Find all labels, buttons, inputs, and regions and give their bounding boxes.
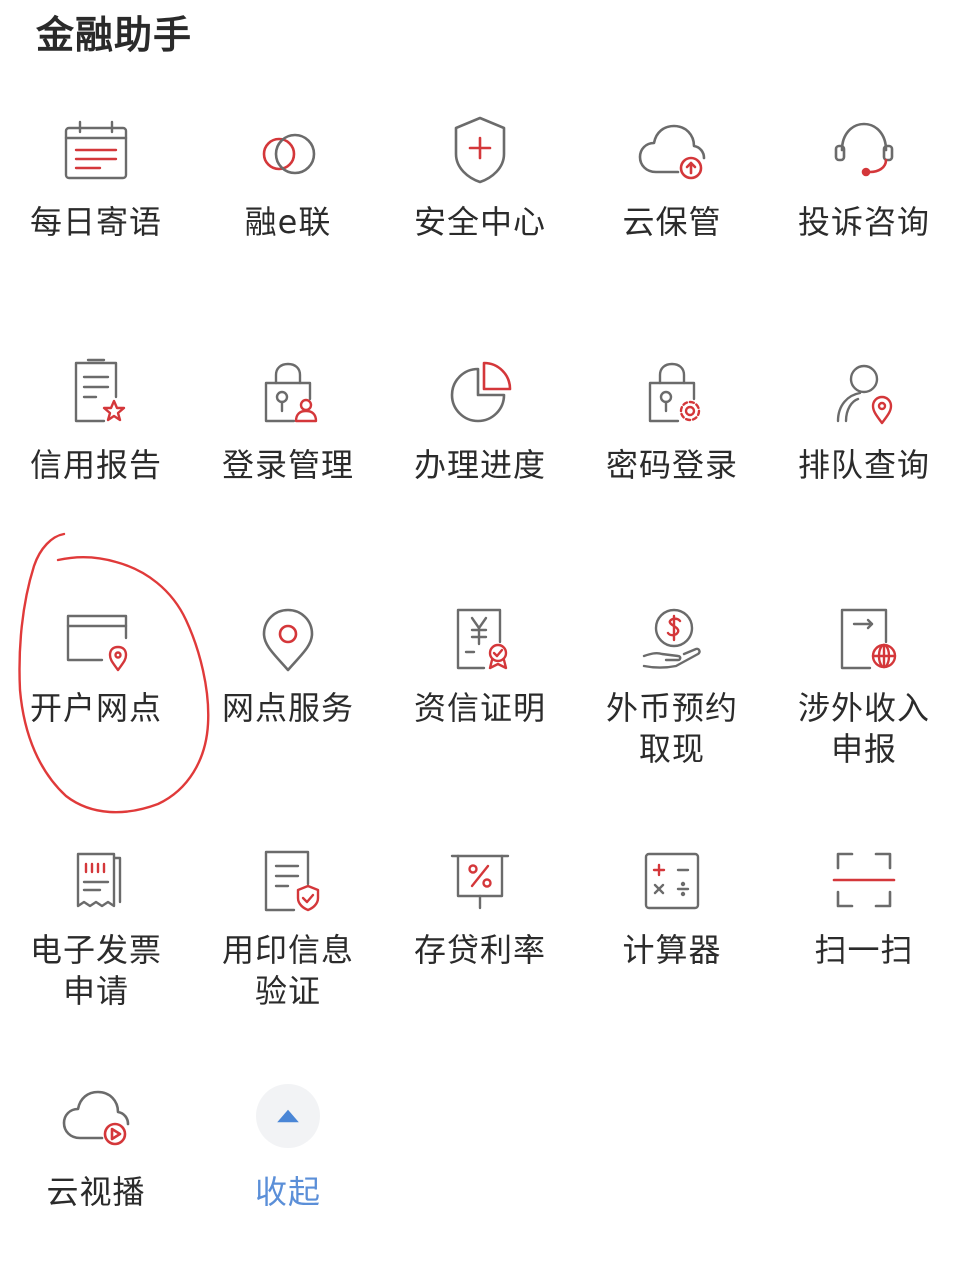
- collapse-arrow-icon: [256, 1084, 320, 1148]
- grid-item-scan[interactable]: 扫一扫: [768, 830, 960, 1030]
- grid-item-e-invoice[interactable]: 电子发票 申请: [0, 830, 192, 1030]
- grid-item-credit-certificate[interactable]: 资信证明: [384, 588, 576, 788]
- grid-item-foreign-income-declaration[interactable]: 涉外收入 申报: [768, 588, 960, 788]
- grid-item-progress[interactable]: 办理进度: [384, 343, 576, 503]
- person-location-icon: [824, 353, 904, 433]
- grid-item-account-branch[interactable]: 开户网点: [0, 588, 192, 788]
- pie-progress-icon: [440, 353, 520, 433]
- service-grid: 每日寄语 融e联 安全中心 云保管 投诉咨询 信用报告 登录管理 办理进度 密码…: [0, 0, 961, 1280]
- report-star-icon: [56, 353, 136, 433]
- location-pin-icon: [248, 598, 328, 678]
- yen-certificate-icon: [440, 598, 520, 678]
- grid-item-label: 排队查询: [797, 446, 930, 484]
- grid-item-label: 信用报告: [29, 446, 162, 484]
- grid-item-label: 开户网点: [29, 689, 162, 727]
- grid-item-queue-query[interactable]: 排队查询: [768, 343, 960, 503]
- headset-icon: [824, 110, 904, 190]
- calendar-icon: [56, 110, 136, 190]
- card-location-icon: [56, 598, 136, 678]
- grid-item-label: 扫一扫: [814, 931, 914, 969]
- grid-item-cloud-broadcast[interactable]: 云视播: [0, 1076, 192, 1236]
- scan-icon: [824, 840, 904, 920]
- grid-item-label: 投诉咨询: [797, 203, 930, 241]
- grid-item-label: 办理进度: [413, 446, 546, 484]
- grid-item-foreign-currency-withdrawal[interactable]: 外币预约 取现: [576, 588, 768, 788]
- chat-link-icon: [248, 110, 328, 190]
- grid-item-label: 云视播: [46, 1173, 146, 1211]
- grid-item-credit-report[interactable]: 信用报告: [0, 343, 192, 503]
- grid-item-complaint-consult[interactable]: 投诉咨询: [768, 100, 960, 260]
- grid-item-label: 云保管: [622, 203, 722, 241]
- grid-item-label: 计算器: [622, 931, 722, 969]
- grid-item-branch-service[interactable]: 网点服务: [192, 588, 384, 788]
- grid-item-label: 融e联: [244, 203, 332, 241]
- grid-item-label: 外币预约 取现: [605, 689, 738, 768]
- dollar-hand-icon: [632, 598, 712, 678]
- grid-item-seal-verification[interactable]: 用印信息 验证: [192, 830, 384, 1030]
- grid-item-daily-message[interactable]: 每日寄语: [0, 100, 192, 260]
- grid-item-label: 密码登录: [605, 446, 738, 484]
- cloud-play-icon: [56, 1076, 136, 1156]
- grid-item-label: 电子发票 申请: [29, 931, 162, 1010]
- grid-item-label: 安全中心: [413, 203, 546, 241]
- grid-item-calculator[interactable]: 计算器: [576, 830, 768, 1030]
- shield-plus-icon: [440, 110, 520, 190]
- collapse-label: 收起: [254, 1173, 321, 1211]
- collapse-button[interactable]: 收起: [192, 1076, 384, 1236]
- grid-item-label: 涉外收入 申报: [797, 689, 930, 768]
- grid-item-login-management[interactable]: 登录管理: [192, 343, 384, 503]
- lock-user-icon: [248, 353, 328, 433]
- lock-gear-icon: [632, 353, 712, 433]
- document-globe-icon: [824, 598, 904, 678]
- grid-item-cloud-storage[interactable]: 云保管: [576, 100, 768, 260]
- grid-item-label: 用印信息 验证: [221, 931, 354, 1010]
- document-check-icon: [248, 840, 328, 920]
- grid-item-security-center[interactable]: 安全中心: [384, 100, 576, 260]
- grid-item-password-login[interactable]: 密码登录: [576, 343, 768, 503]
- percent-board-icon: [440, 840, 520, 920]
- grid-item-label: 网点服务: [221, 689, 354, 727]
- cloud-upload-icon: [632, 110, 712, 190]
- grid-item-label: 登录管理: [221, 446, 354, 484]
- grid-item-rong-e-lian[interactable]: 融e联: [192, 100, 384, 260]
- grid-item-label: 每日寄语: [29, 203, 162, 241]
- grid-item-label: 存贷利率: [413, 931, 546, 969]
- grid-item-label: 资信证明: [413, 689, 546, 727]
- grid-item-deposit-loan-rate[interactable]: 存贷利率: [384, 830, 576, 1030]
- invoice-icon: [56, 840, 136, 920]
- calculator-icon: [632, 840, 712, 920]
